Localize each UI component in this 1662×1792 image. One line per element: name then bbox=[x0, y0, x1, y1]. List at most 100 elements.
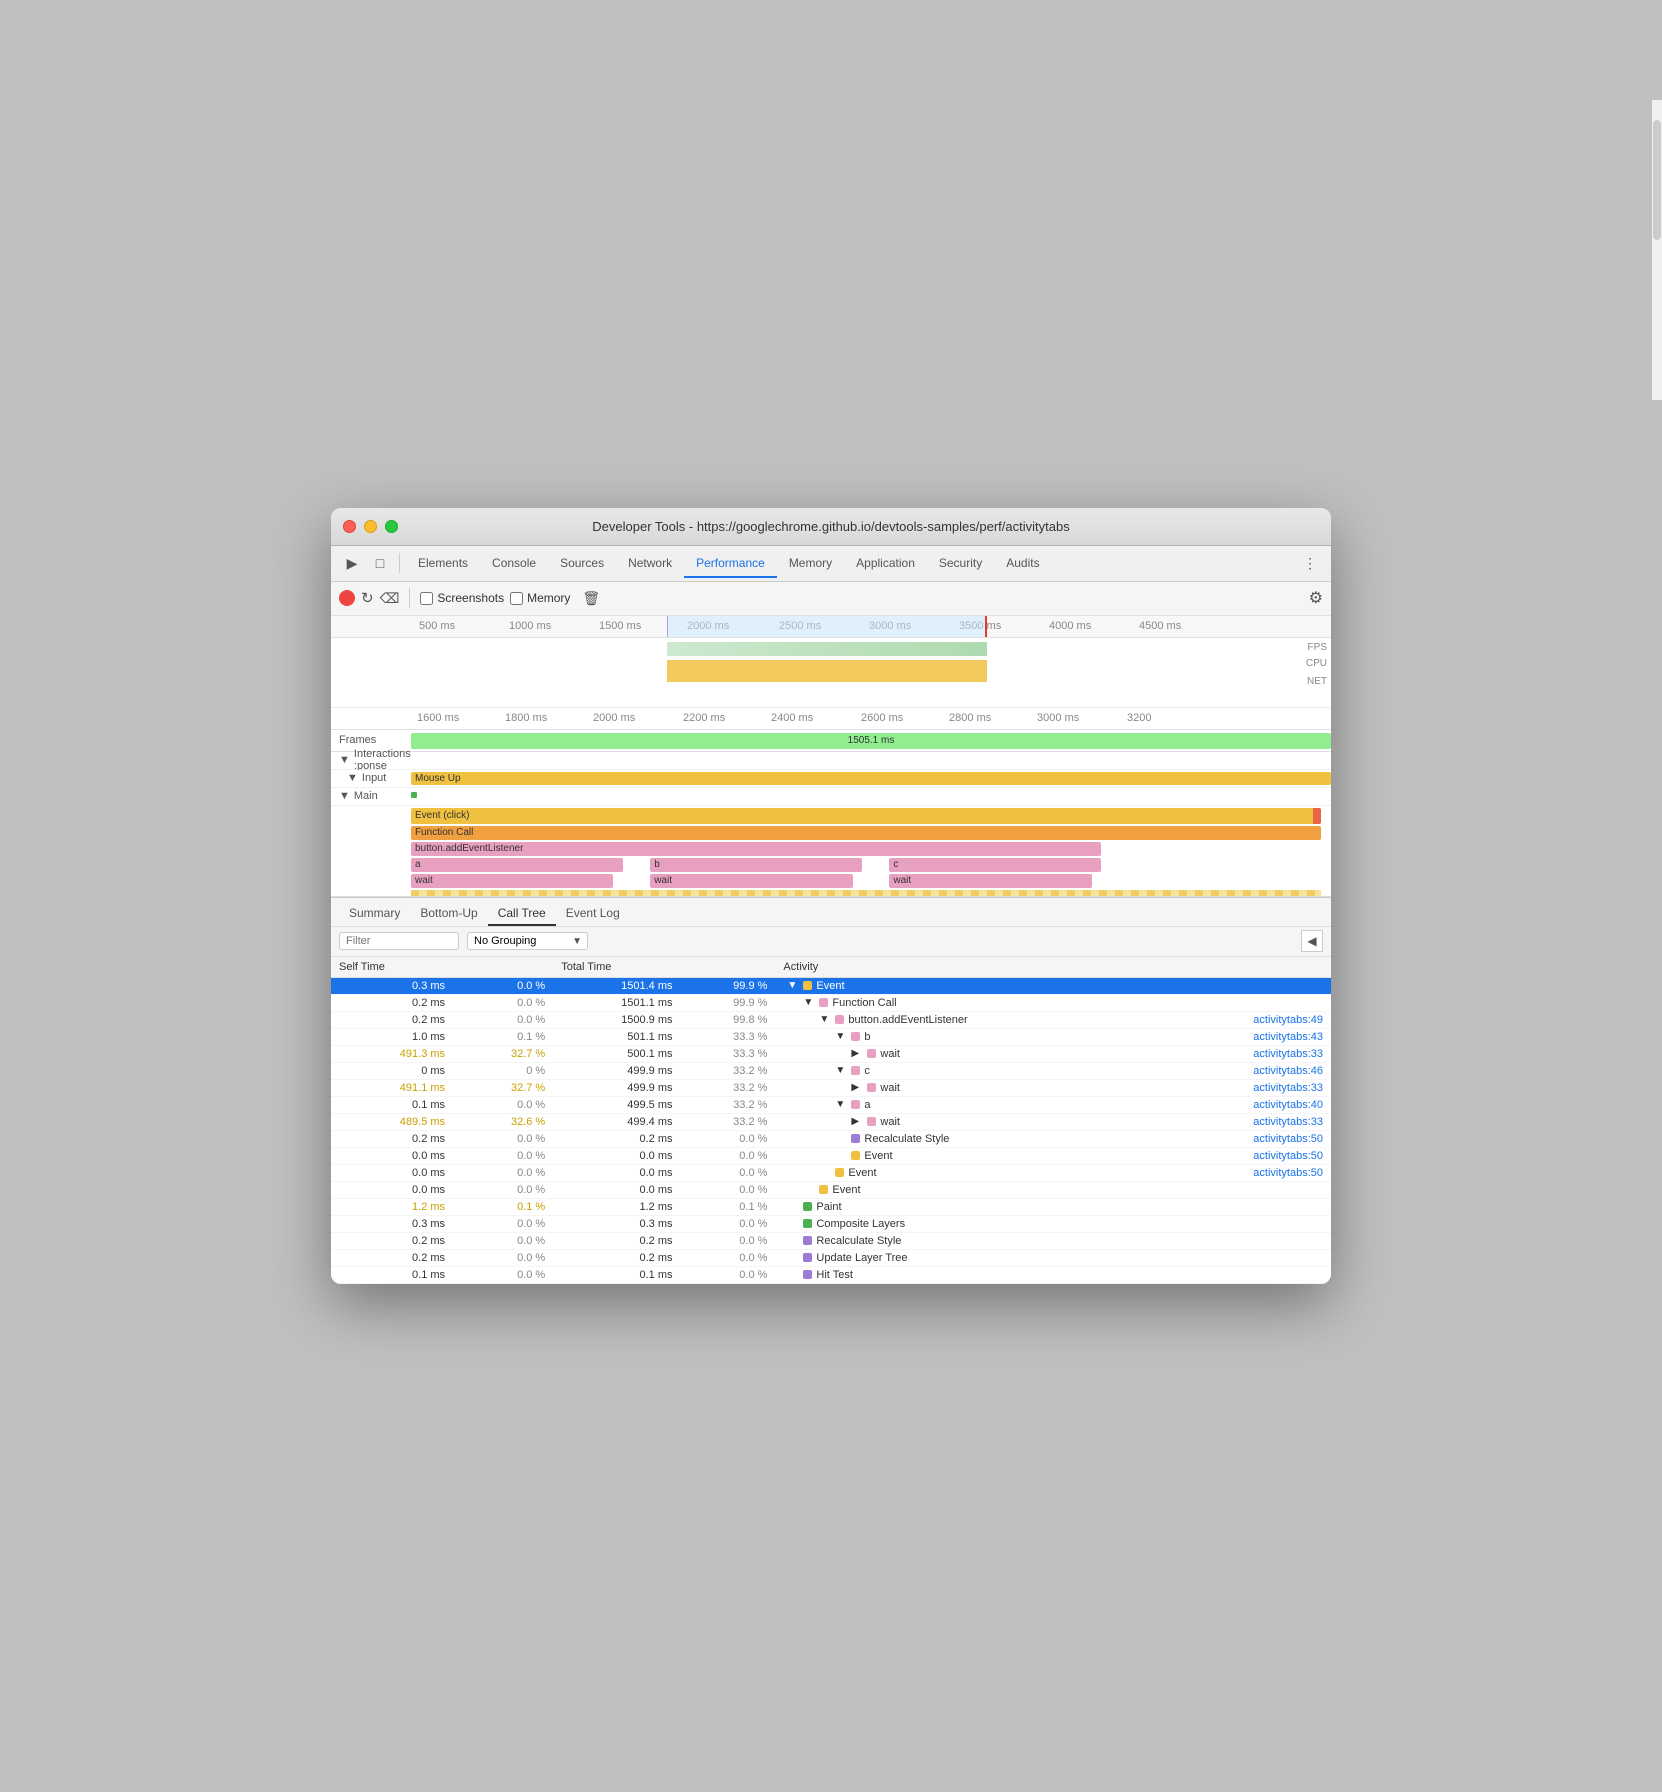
controls-bar: ↻ ⌫ Screenshots Memory 🗑 ⚙ bbox=[331, 582, 1331, 616]
activity-link[interactable]: activitytabs:33 bbox=[1253, 1082, 1323, 1094]
screenshots-checkbox[interactable] bbox=[420, 592, 433, 605]
grouping-select[interactable]: No Grouping Group by Activity Group by C… bbox=[467, 932, 588, 950]
self-time-cell: 0.2 ms bbox=[331, 1233, 453, 1250]
activity-name: wait bbox=[880, 1116, 900, 1128]
more-icon[interactable]: ⋮ bbox=[1297, 550, 1323, 576]
data-table-container[interactable]: Self Time Total Time Activity 0.3 ms0.0 … bbox=[331, 957, 1331, 1285]
function-call-bar[interactable]: Function Call bbox=[411, 826, 1321, 840]
activity-cell: Recalculate Style bbox=[775, 1233, 1331, 1250]
settings-icon[interactable]: ⚙ bbox=[1309, 588, 1323, 608]
tab-network[interactable]: Network bbox=[616, 550, 684, 578]
expand-icon[interactable]: ▼ bbox=[835, 1099, 847, 1110]
timeline-selection[interactable] bbox=[667, 616, 987, 637]
activity-link[interactable]: activitytabs:49 bbox=[1253, 1014, 1323, 1026]
activity-link[interactable]: activitytabs:46 bbox=[1253, 1065, 1323, 1077]
close-button[interactable] bbox=[343, 520, 356, 533]
dock-icon[interactable]: □ bbox=[367, 550, 393, 576]
table-row[interactable]: 0 ms0 %499.9 ms33.2 %▼cactivitytabs:46 bbox=[331, 1063, 1331, 1080]
collapse-button[interactable]: ◀ bbox=[1301, 930, 1323, 952]
table-row[interactable]: 0.0 ms0.0 %0.0 ms0.0 %Eventactivitytabs:… bbox=[331, 1165, 1331, 1182]
tab-audits[interactable]: Audits bbox=[994, 550, 1051, 578]
self-time-cell: 0.2 ms bbox=[331, 1012, 453, 1029]
expand-icon[interactable]: ▶ bbox=[851, 1048, 863, 1059]
tab-bottom-up[interactable]: Bottom-Up bbox=[410, 902, 487, 926]
tab-call-tree[interactable]: Call Tree bbox=[488, 902, 556, 926]
tab-event-log[interactable]: Event Log bbox=[556, 902, 630, 926]
ruler2-3000: 3000 ms bbox=[1037, 712, 1079, 724]
minimize-button[interactable] bbox=[364, 520, 377, 533]
table-row[interactable]: 491.3 ms32.7 %500.1 ms33.3 %▶waitactivit… bbox=[331, 1046, 1331, 1063]
activity-link[interactable]: activitytabs:33 bbox=[1253, 1116, 1323, 1128]
expand-icon[interactable]: ▼ bbox=[819, 1014, 831, 1025]
filter-input[interactable] bbox=[339, 932, 459, 950]
table-row[interactable]: 0.2 ms0.0 %0.2 ms0.0 %Recalculate Stylea… bbox=[331, 1131, 1331, 1148]
expand-icon[interactable]: ▶ bbox=[851, 1082, 863, 1093]
self-time-cell: 489.5 ms bbox=[331, 1114, 453, 1131]
activity-cell: ▶ wait activitytabs:33 bbox=[775, 1114, 1331, 1131]
tab-application[interactable]: Application bbox=[844, 550, 927, 578]
tab-security[interactable]: Security bbox=[927, 550, 994, 578]
input-text: Input bbox=[362, 772, 386, 784]
trash-button[interactable]: 🗑 bbox=[582, 590, 600, 607]
a-bar[interactable]: a bbox=[411, 858, 623, 872]
wait-b-bar[interactable]: wait bbox=[650, 874, 852, 888]
screenshots-checkbox-label[interactable]: Screenshots bbox=[420, 591, 504, 605]
total-pct-cell: 0.0 % bbox=[681, 1148, 776, 1165]
table-row[interactable]: 0.1 ms0.0 %0.1 ms0.0 %Hit Test bbox=[331, 1267, 1331, 1284]
table-row[interactable]: 0.0 ms0.0 %0.0 ms0.0 %Event bbox=[331, 1182, 1331, 1199]
table-row[interactable]: 0.2 ms0.0 %1500.9 ms99.8 %▼button.addEve… bbox=[331, 1012, 1331, 1029]
table-row[interactable]: 1.2 ms0.1 %1.2 ms0.1 %Paint bbox=[331, 1199, 1331, 1216]
table-row[interactable]: 1.0 ms0.1 %501.1 ms33.3 %▼bactivitytabs:… bbox=[331, 1029, 1331, 1046]
tab-elements[interactable]: Elements bbox=[406, 550, 480, 578]
memory-checkbox-label[interactable]: Memory bbox=[510, 591, 570, 605]
activity-cell: Eventactivitytabs:50 bbox=[775, 1165, 1331, 1182]
table-row[interactable]: 0.2 ms0.0 %1501.1 ms99.9 %▼Function Call bbox=[331, 995, 1331, 1012]
record-button[interactable] bbox=[339, 590, 355, 606]
table-row[interactable]: 0.3 ms0.0 %1501.4 ms99.9 %▼Event bbox=[331, 977, 1331, 995]
c-bar[interactable]: c bbox=[889, 858, 1101, 872]
activity-name: Paint bbox=[816, 1201, 841, 1213]
activity-cell: Composite Layers bbox=[775, 1216, 1331, 1233]
activity-link[interactable]: activitytabs:33 bbox=[1253, 1048, 1323, 1060]
tab-memory[interactable]: Memory bbox=[777, 550, 844, 578]
clear-button[interactable]: ⌫ bbox=[380, 590, 400, 607]
table-row[interactable]: 491.1 ms32.7 %499.9 ms33.2 %▶waitactivit… bbox=[331, 1080, 1331, 1097]
wait-c-bar[interactable]: wait bbox=[889, 874, 1091, 888]
toolbar-separator bbox=[399, 553, 400, 573]
activity-link[interactable]: activitytabs:50 bbox=[1253, 1167, 1323, 1179]
table-row[interactable]: 0.1 ms0.0 %499.5 ms33.2 %▼aactivitytabs:… bbox=[331, 1097, 1331, 1114]
table-row[interactable]: 0.2 ms0.0 %0.2 ms0.0 %Update Layer Tree bbox=[331, 1250, 1331, 1267]
add-event-listener-bar[interactable]: button.addEventListener bbox=[411, 842, 1101, 856]
table-row[interactable]: 489.5 ms32.6 %499.4 ms33.2 %▶waitactivit… bbox=[331, 1114, 1331, 1131]
memory-checkbox[interactable] bbox=[510, 592, 523, 605]
b-bar[interactable]: b bbox=[650, 858, 862, 872]
tab-sources[interactable]: Sources bbox=[548, 550, 616, 578]
traffic-lights bbox=[343, 520, 398, 533]
self-time-cell: 0.2 ms bbox=[331, 1131, 453, 1148]
event-click-bar[interactable]: Event (click) bbox=[411, 808, 1321, 824]
activity-color-dot bbox=[835, 1015, 844, 1024]
frames-value: 1505.1 ms bbox=[848, 735, 895, 746]
total-pct-cell: 0.0 % bbox=[681, 1250, 776, 1267]
table-row[interactable]: 0.0 ms0.0 %0.0 ms0.0 %Eventactivitytabs:… bbox=[331, 1148, 1331, 1165]
maximize-button[interactable] bbox=[385, 520, 398, 533]
activity-link[interactable]: activitytabs:40 bbox=[1253, 1099, 1323, 1111]
activity-link[interactable]: activitytabs:50 bbox=[1253, 1133, 1323, 1145]
expand-icon[interactable]: ▼ bbox=[835, 1031, 847, 1042]
table-row[interactable]: 0.2 ms0.0 %0.2 ms0.0 %Recalculate Style bbox=[331, 1233, 1331, 1250]
expand-icon[interactable]: ▼ bbox=[787, 980, 799, 991]
cursor-icon[interactable]: ▶ bbox=[339, 550, 365, 576]
expand-icon[interactable]: ▼ bbox=[803, 997, 815, 1008]
wait-a-bar[interactable]: wait bbox=[411, 874, 613, 888]
reload-button[interactable]: ↻ bbox=[361, 589, 374, 607]
tab-console[interactable]: Console bbox=[480, 550, 548, 578]
activity-link[interactable]: activitytabs:43 bbox=[1253, 1031, 1323, 1043]
table-row[interactable]: 0.3 ms0.0 %0.3 ms0.0 %Composite Layers bbox=[331, 1216, 1331, 1233]
tab-performance[interactable]: Performance bbox=[684, 550, 777, 578]
tab-summary[interactable]: Summary bbox=[339, 902, 410, 926]
activity-link[interactable]: activitytabs:50 bbox=[1253, 1150, 1323, 1162]
expand-icon[interactable]: ▶ bbox=[851, 1116, 863, 1127]
ruler2-2000: 2000 ms bbox=[593, 712, 635, 724]
self-time-cell: 0.2 ms bbox=[331, 1250, 453, 1267]
expand-icon[interactable]: ▼ bbox=[835, 1065, 847, 1076]
